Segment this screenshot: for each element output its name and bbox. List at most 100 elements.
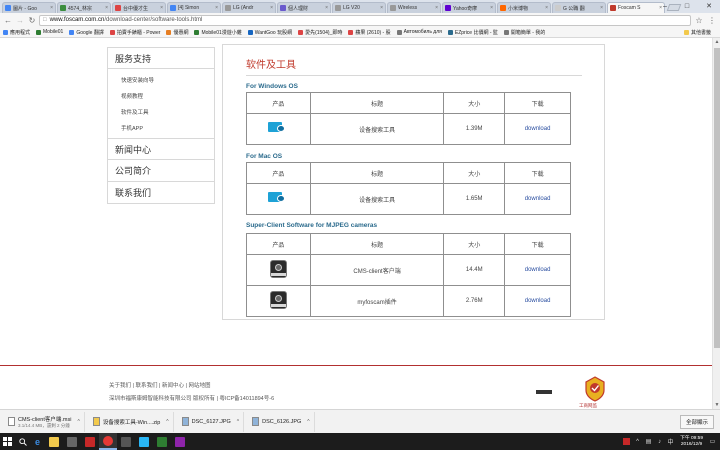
notifications-icon[interactable]: ▭ [709,438,716,445]
volume-icon[interactable]: ♪ [656,438,663,445]
search-icon[interactable] [15,433,30,450]
back-icon[interactable]: ← [3,15,13,25]
windows-start-icon[interactable] [0,433,15,450]
chevron-up-icon[interactable]: ^ [307,419,309,425]
app-red-icon [85,436,95,447]
taskbar-app-app-red[interactable] [81,433,99,450]
other-bookmarks[interactable]: 其他書籤 [683,29,711,36]
edge-icon[interactable]: e [30,433,45,450]
bookmark-star-icon[interactable]: ☆ [694,15,704,25]
bookmark-label: Mobile01 [43,29,64,35]
download-link[interactable]: download [525,126,551,132]
taskbar-app-app-p[interactable] [171,433,189,450]
url-host: www.foscam.com.cn [49,17,105,23]
tab-close-icon[interactable]: × [160,5,163,11]
chevron-up-icon[interactable]: ^ [634,438,641,445]
tab-close-icon[interactable]: × [380,5,383,11]
browser-tab[interactable]: 小米博物 × [497,2,551,13]
bookmark-item[interactable]: 拍賣手錶櫃 - Power [109,29,160,36]
bookmark-item[interactable]: 蘋果 (2610) - 股 [348,29,391,36]
bookmark-item[interactable]: WantGoo 玩股網 [247,29,292,36]
scroll-down-icon[interactable]: ▼ [713,401,720,409]
ime-icon[interactable]: 中 [667,438,674,446]
reload-icon[interactable]: ↻ [27,15,37,25]
tab-favicon-icon [60,5,66,11]
address-bar[interactable]: □ www.foscam.com.cn/download-center/soft… [39,14,691,26]
maximize-icon[interactable]: □ [676,0,698,12]
download-item[interactable]: 设备搜索工具-Win....zip ^ [89,411,174,432]
taskbar-app-chrome[interactable] [99,433,117,450]
bookmark-item[interactable]: Google 翻譯 [69,29,104,36]
clock[interactable]: 下午 09:59 2016/12/9 [680,436,703,448]
download-item[interactable]: DSC_6126.JPG ^ [248,411,315,432]
browser-tab[interactable]: 個人理財 × [277,2,331,13]
chevron-up-icon[interactable]: ^ [166,419,168,425]
bookmark-item[interactable]: Mobile01 [36,29,63,35]
bookmark-item[interactable]: 優惠網 [166,29,188,36]
download-item[interactable]: DSC_6127.JPG ^ [178,411,245,432]
sidebar-subitem-quick-guide[interactable]: 快速安装向导 [121,72,214,88]
bookmark-favicon-icon [298,29,304,35]
business-seal-icon[interactable] [584,376,606,402]
browser-tab[interactable]: Yahoo奇摩 × [442,2,496,13]
sidebar-subitem-app[interactable]: 手机APP [121,120,214,136]
download-link[interactable]: download [525,298,551,304]
tab-close-icon[interactable]: × [105,5,108,11]
scrollbar-thumb[interactable] [714,48,720,348]
chrome-menu-icon[interactable]: ⋮ [707,15,717,25]
taskbar-app-app-tray[interactable] [153,433,171,450]
browser-tab[interactable]: Wireless × [387,2,441,13]
tab-close-icon[interactable]: × [435,5,438,11]
sidebar-item-about[interactable]: 公司简介 [107,160,215,182]
show-all-downloads-button[interactable]: 全部顯示 [679,415,714,429]
footer-links[interactable]: 关于我们 | 联系我们 | 新闻中心 | 网站地图 [109,381,210,389]
bookmark-item[interactable]: 應用程式 [3,29,30,36]
minimize-icon[interactable]: – [654,0,676,12]
download-link[interactable]: download [525,267,551,273]
chevron-up-icon[interactable]: ^ [77,419,79,425]
tab-title: 個人理財 [288,5,309,12]
download-item[interactable]: CMS-client客户端.msi 3.1/14.4 MB，還剩 2 分鐘 ^ [4,411,85,432]
sidebar-subitem-video[interactable]: 视频教程 [121,88,214,104]
tab-close-icon[interactable]: × [490,5,493,11]
tab-close-icon[interactable]: × [545,5,548,11]
browser-tab[interactable]: 圖片 - Goo × [2,2,56,13]
tab-title: [4] Simon [178,5,200,11]
tab-close-icon[interactable]: × [600,5,603,11]
taskbar-app-file-explorer[interactable] [45,433,63,450]
sidebar-item-contact[interactable]: 联系我们 [107,182,215,204]
bookmark-item[interactable]: EZprice 比價網 - 監 [447,29,498,36]
tab-close-icon[interactable]: × [50,5,53,11]
bookmark-item[interactable]: Mobile01漫遊小雜 [194,29,242,36]
browser-tab[interactable]: [4] Simon × [167,2,221,13]
tray-app-icon[interactable] [623,438,631,445]
browser-tab[interactable]: 台中優才生 × [112,2,166,13]
download-cell: download [504,183,571,215]
tab-close-icon[interactable]: × [215,5,218,11]
tab-close-icon[interactable]: × [270,5,273,11]
tab-close-icon[interactable]: × [325,5,328,11]
forward-icon[interactable]: → [15,15,25,25]
sidebar-subitem-software[interactable]: 软件及工具 [121,104,214,120]
bookmark-item[interactable]: 開箱簡單 - 我的 [503,29,545,36]
taskbar-app-calculator[interactable] [63,433,81,450]
browser-tab[interactable]: LG V20 × [332,2,386,13]
browser-tab[interactable]: 4574_林宗 × [57,2,111,13]
page-scrollbar[interactable]: ▲ ▼ [712,38,720,409]
close-icon[interactable]: ✕ [698,0,720,12]
scroll-up-icon[interactable]: ▲ [713,38,720,46]
taskbar-app-app-tools[interactable] [117,433,135,450]
network-icon[interactable]: ▤ [645,438,652,445]
sidebar-heading[interactable]: 服务支持 [107,47,215,69]
title-divider [246,75,582,76]
bookmark-favicon-icon [247,29,253,35]
sidebar-item-news[interactable]: 新闻中心 [107,138,215,160]
bookmark-item[interactable]: Автомобиль для [396,29,442,35]
taskbar-app-app-s[interactable] [135,433,153,450]
browser-tab[interactable]: LG (Andr × [222,2,276,13]
taskbar: e ^ ▤ ♪ 中 下午 09:59 2016/12/9 ▭ [0,433,720,450]
browser-tab[interactable]: G 公職 翻 × [552,2,606,13]
bookmark-item[interactable]: 愛先(1504)_即時 [298,29,342,36]
chevron-up-icon[interactable]: ^ [237,419,239,425]
download-link[interactable]: download [525,196,551,202]
